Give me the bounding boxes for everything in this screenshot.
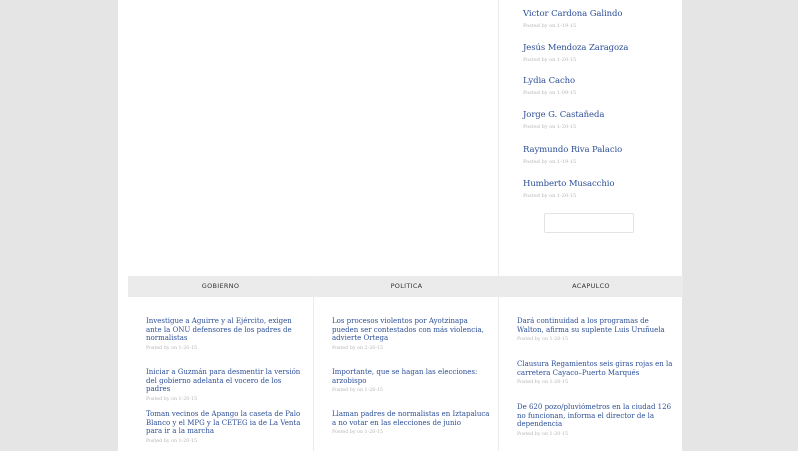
article-item[interactable]: Toman vecinos de Apango la caseta de Pal… <box>146 410 305 444</box>
author-meta: Posted by on 1-09-15 <box>523 90 577 96</box>
author-item[interactable]: Lydia Cacho Posted by on 1-09-15 <box>523 76 576 96</box>
author-name-link[interactable]: Victor Cardona Galindo <box>523 9 622 19</box>
article-title-link[interactable]: Importante, que se hagan las elecciones:… <box>332 368 491 385</box>
article-meta: Posted by on 1-20-15 <box>332 388 384 393</box>
article-item[interactable]: Los procesos violentos por Ayotzinapa pu… <box>332 317 491 351</box>
category-column-gobierno: GOBIERNO Investigue a Aguirre y al Ejérc… <box>128 276 313 451</box>
category-header[interactable]: ACAPULCO <box>499 276 683 297</box>
article-meta: Posted by on 1-20-15 <box>517 431 569 437</box>
category-header[interactable]: POLITICA <box>314 276 499 297</box>
author-name-link[interactable]: Lydia Cacho <box>523 76 576 86</box>
author-meta: Posted by on 1-19-15 <box>523 23 577 29</box>
author-meta: Posted by on 1-20-15 <box>523 124 577 130</box>
author-name-link[interactable]: Raymundo Riva Palacio <box>523 145 622 155</box>
article-meta: Posted by on 1-20-15 <box>146 396 198 402</box>
author-name-link[interactable]: Jesús Mendoza Zaragoza <box>523 43 628 53</box>
category-header[interactable]: GOBIERNO <box>128 276 313 297</box>
article-title-link[interactable]: Los procesos violentos por Ayotzinapa pu… <box>332 317 491 343</box>
article-meta: Posted by on 1-20-15 <box>332 430 384 435</box>
author-meta: Posted by on 1-20-15 <box>523 57 577 63</box>
article-title-link[interactable]: Investigue a Aguirre y al Ejército, exig… <box>146 317 305 343</box>
columnists-sidebar: Victor Cardona Galindo Posted by on 1-19… <box>498 0 683 276</box>
article-meta: Posted by on 1-20-15 <box>146 438 198 444</box>
author-item[interactable]: Raymundo Riva Palacio Posted by on 1-19-… <box>523 145 622 165</box>
article-meta: Posted by on 1-20-15 <box>146 345 198 351</box>
category-sections: GOBIERNO Investigue a Aguirre y al Ejérc… <box>128 276 683 451</box>
article-meta: Posted by on 2-20-15 <box>332 345 384 351</box>
author-item[interactable]: Humberto Musacchio Posted by on 1-20-15 <box>523 179 614 199</box>
article-item[interactable]: De 620 pozo/pluviómetros en la ciudad 12… <box>517 403 675 437</box>
article-item[interactable]: Clausura Regamientos seis giras rojas en… <box>517 360 675 385</box>
article-meta: Posted by on 1-20-15 <box>517 380 569 385</box>
article-item[interactable]: Importante, que se hagan las elecciones:… <box>332 368 491 393</box>
author-item[interactable]: Jesús Mendoza Zaragoza Posted by on 1-20… <box>523 43 628 63</box>
article-item[interactable]: Dará continuidad a los programas de Walt… <box>517 317 675 342</box>
author-meta: Posted by on 1-20-15 <box>523 193 577 199</box>
article-title-link[interactable]: Clausura Regamientos seis giras rojas en… <box>517 360 675 377</box>
author-name-link[interactable]: Jorge G. Castañeda <box>523 110 604 120</box>
article-title-link[interactable]: Iniciar a Guzmán para desmentir la versi… <box>146 368 305 394</box>
author-name-link[interactable]: Humberto Musacchio <box>523 179 614 189</box>
author-item[interactable]: Victor Cardona Galindo Posted by on 1-19… <box>523 9 622 29</box>
article-title-link[interactable]: De 620 pozo/pluviómetros en la ciudad 12… <box>517 403 675 429</box>
article-item[interactable]: Iniciar a Guzmán para desmentir la versi… <box>146 368 305 402</box>
author-item[interactable]: Jorge G. Castañeda Posted by on 1-20-15 <box>523 110 604 130</box>
article-meta: Posted by on 1-20-15 <box>517 337 569 342</box>
category-column-acapulco: ACAPULCO Dará continuidad a los programa… <box>498 276 683 451</box>
article-item[interactable]: Llaman padres de normalistas en Iztapalu… <box>332 410 491 435</box>
sidebar-search-input[interactable] <box>544 213 634 233</box>
author-meta: Posted by on 1-19-15 <box>523 159 577 165</box>
article-title-link[interactable]: Dará continuidad a los programas de Walt… <box>517 317 675 334</box>
article-item[interactable]: Investigue a Aguirre y al Ejército, exig… <box>146 317 305 351</box>
article-title-link[interactable]: Toman vecinos de Apango la caseta de Pal… <box>146 410 305 436</box>
category-column-politica: POLITICA Los procesos violentos por Ayot… <box>313 276 499 451</box>
article-title-link[interactable]: Llaman padres de normalistas en Iztapalu… <box>332 410 491 427</box>
